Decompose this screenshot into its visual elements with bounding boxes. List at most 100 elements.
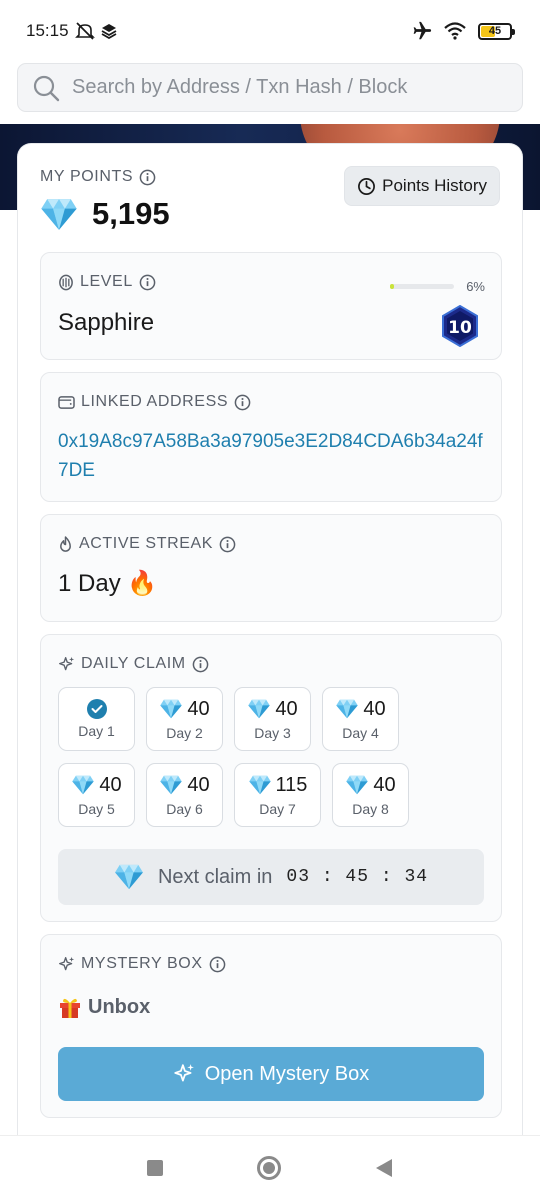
info-icon[interactable] — [209, 956, 226, 973]
linked-address-label-row: LINKED ADDRESS — [58, 393, 251, 411]
day-label: Day 6 — [166, 800, 203, 817]
points-value: 5,195 — [92, 196, 170, 231]
level-name: Sapphire — [58, 309, 155, 336]
level-label-row: LEVEL — [58, 273, 156, 291]
linked-address-panel: LINKED ADDRESS 0x19A8c97A58Ba3a97905e3E2… — [40, 372, 502, 502]
day-tile-3[interactable]: 40 Day 3 — [234, 687, 311, 751]
mute-icon — [74, 22, 95, 40]
next-claim-label: Next claim in — [157, 865, 273, 888]
open-mystery-box-button[interactable]: Open Mystery Box — [58, 1047, 484, 1101]
day-reward: 40 — [373, 773, 396, 796]
recents-button[interactable] — [147, 1160, 163, 1176]
status-bar: 15:15 45 — [0, 0, 540, 62]
linked-address-label: LINKED ADDRESS — [81, 393, 229, 410]
sparkle-icon — [58, 956, 75, 973]
wifi-icon — [444, 22, 466, 40]
clock-icon — [358, 177, 376, 195]
claim-countdown: 03 : 45 : 34 — [286, 867, 429, 887]
info-icon[interactable] — [139, 169, 156, 186]
day-label: Day 7 — [259, 800, 296, 817]
mystery-box-panel: MYSTERY BOX Unbox Open Mystery Box — [40, 934, 502, 1118]
info-icon[interactable] — [219, 536, 236, 553]
day-label: Day 1 — [78, 723, 115, 739]
day-label: Day 8 — [352, 800, 389, 817]
day-tile-2[interactable]: 40 Day 2 — [146, 687, 223, 751]
status-time: 15:15 — [26, 21, 69, 40]
diamond-icon — [159, 775, 183, 795]
day-label: Day 2 — [166, 724, 203, 741]
wallet-icon — [58, 395, 75, 409]
day-reward: 40 — [99, 773, 122, 796]
level-badge-icon: 10 — [442, 305, 478, 347]
day-reward: 115 — [275, 773, 308, 796]
day-tile-4[interactable]: 40 Day 4 — [322, 687, 399, 751]
level-badge-number: 10 — [448, 318, 472, 338]
linked-address-link[interactable]: 0x19A8c97A58Ba3a97905e3E2D84CDA6b34a24f7… — [58, 427, 485, 485]
active-streak-label: ACTIVE STREAK — [79, 535, 214, 552]
level-progress-bar — [390, 284, 455, 289]
day-tile-1[interactable]: Day 1 — [58, 687, 135, 751]
diamond-icon — [248, 775, 272, 795]
active-streak-label-row: ACTIVE STREAK — [58, 535, 236, 553]
level-progress-fill — [390, 284, 395, 289]
my-points-label-row: MY POINTS — [40, 168, 156, 186]
battery-level: 45 — [488, 25, 502, 37]
day-reward: 40 — [187, 697, 210, 720]
mystery-box-label: MYSTERY BOX — [81, 955, 203, 972]
home-button[interactable] — [257, 1156, 281, 1180]
layers-icon — [101, 24, 116, 39]
level-label: LEVEL — [80, 273, 133, 290]
unbox-row: Unbox — [58, 995, 150, 1019]
diamond-icon — [247, 699, 271, 719]
open-mystery-box-label: Open Mystery Box — [204, 1062, 370, 1085]
search-input[interactable] — [72, 76, 492, 99]
streak-value: 1 Day 🔥 — [58, 570, 158, 597]
level-progress-text: 6% — [466, 279, 485, 294]
info-icon[interactable] — [139, 274, 156, 291]
search-bar[interactable] — [17, 63, 523, 112]
sparkle-icon — [173, 1063, 195, 1085]
diamond-icon — [71, 775, 95, 795]
day-label: Day 5 — [78, 800, 115, 817]
system-nav-bar — [0, 1135, 540, 1200]
mystery-box-label-row: MYSTERY BOX — [58, 955, 226, 973]
day-reward: 40 — [187, 773, 210, 796]
points-card: MY POINTS 5,195 Points History LEVEL 6% … — [17, 143, 523, 1143]
diamond-icon — [159, 699, 183, 719]
level-progress: 6% — [390, 279, 485, 294]
daily-claim-panel: DAILY CLAIM Day 1 40 Day 2 40 Day 3 40 D… — [40, 634, 502, 922]
daily-claim-label: DAILY CLAIM — [81, 655, 186, 672]
coin-icon — [59, 274, 73, 290]
points-history-label: Points History — [382, 176, 487, 195]
unbox-label: Unbox — [88, 995, 151, 1018]
diamond-icon — [335, 699, 359, 719]
diamond-icon — [114, 864, 144, 890]
sparkle-icon — [58, 656, 75, 673]
day-label: Day 4 — [342, 724, 379, 741]
check-icon — [86, 699, 107, 719]
points-value-row: 5,195 — [40, 196, 170, 232]
next-claim-button[interactable]: Next claim in 03 : 45 : 34 — [58, 849, 484, 905]
flame-outline-icon — [60, 535, 71, 552]
daily-claim-label-row: DAILY CLAIM — [58, 655, 209, 673]
diamond-icon — [345, 775, 369, 795]
info-icon[interactable] — [192, 656, 209, 673]
day-tile-6[interactable]: 40 Day 6 — [146, 763, 223, 827]
diamond-icon — [40, 198, 78, 231]
search-icon — [33, 75, 60, 101]
day-reward: 40 — [275, 697, 298, 720]
day-reward: 40 — [363, 697, 386, 720]
day-tile-8[interactable]: 40 Day 8 — [332, 763, 409, 827]
day-tile-5[interactable]: 40 Day 5 — [58, 763, 135, 827]
active-streak-panel: ACTIVE STREAK 1 Day 🔥 — [40, 514, 502, 622]
back-button[interactable] — [375, 1158, 393, 1178]
points-history-button[interactable]: Points History — [344, 166, 500, 206]
gift-icon — [60, 998, 80, 1018]
battery-icon: 45 — [478, 22, 515, 40]
day-tile-7[interactable]: 115 Day 7 — [234, 763, 321, 827]
airplane-icon — [413, 21, 432, 40]
my-points-label: MY POINTS — [40, 168, 134, 185]
day-label: Day 3 — [254, 724, 291, 741]
info-icon[interactable] — [234, 394, 251, 411]
level-panel: LEVEL 6% Sapphire 10 — [40, 252, 502, 360]
